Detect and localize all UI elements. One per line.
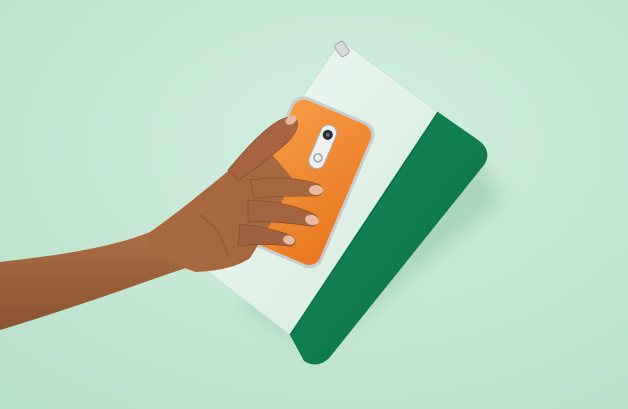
photo-scene (0, 0, 628, 409)
product-photo (0, 0, 628, 409)
finger-index-nail (309, 185, 323, 195)
